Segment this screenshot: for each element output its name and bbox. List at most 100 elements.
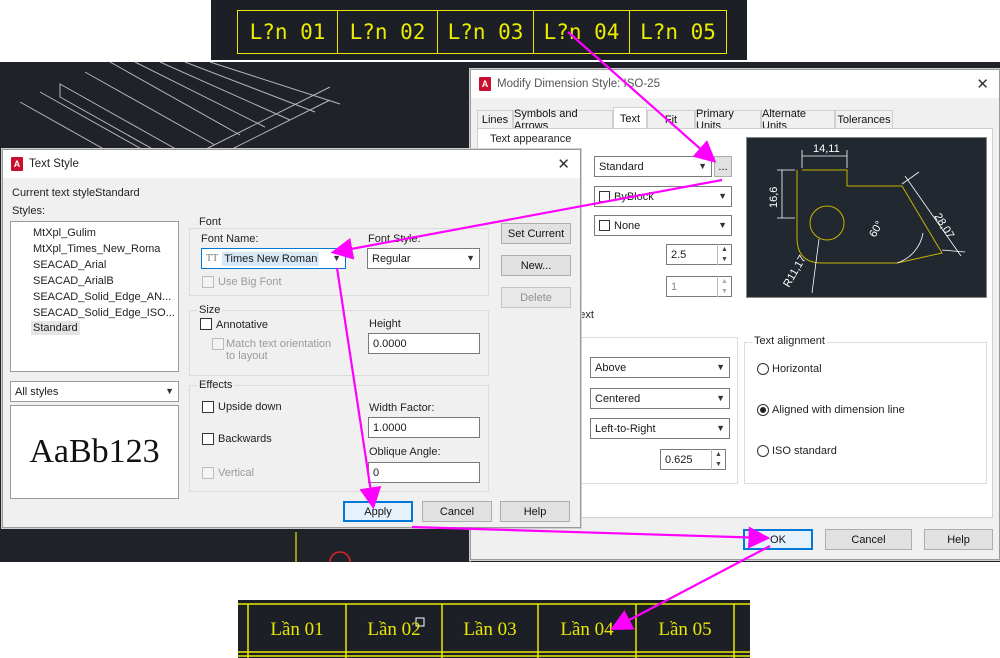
new-button[interactable]: New... — [501, 255, 571, 276]
use-big-font-label: Use Big Font — [218, 276, 282, 288]
text-style-value: Standard — [599, 160, 644, 173]
list-item-selected[interactable]: Standard — [31, 321, 80, 335]
font-style-label: Font Style: — [368, 233, 421, 245]
tab-primary-units[interactable]: Primary Units — [695, 108, 761, 132]
text-color-combo[interactable]: ByBlock ▼ — [594, 186, 732, 207]
font-name-combo[interactable]: TT Times New Roman ▼ — [201, 248, 346, 269]
text-height-value: 2.5 — [671, 248, 687, 261]
color-swatch-icon — [599, 191, 610, 202]
chevron-down-icon: ▼ — [165, 386, 174, 396]
list-item[interactable]: SEACAD_ArialB — [33, 275, 114, 287]
cad-cell: L?n 03 — [437, 10, 533, 54]
spinner-icon[interactable]: ▲ ▼ — [711, 449, 725, 470]
view-direction-combo[interactable]: Left-to-Right ▼ — [590, 418, 730, 439]
dimension-preview-drawing: 14,11 16,6 28,07 60° R11,17 — [768, 143, 966, 294]
horizontal-placement-combo[interactable]: Centered ▼ — [590, 388, 730, 409]
styles-filter-combo[interactable]: All styles ▼ — [10, 381, 179, 402]
match-orientation-label: Match text orientation to layout — [226, 338, 332, 362]
upside-down-checkbox[interactable] — [202, 401, 214, 413]
fraction-height-scale-input[interactable]: 1 ▲ ▼ — [666, 276, 732, 297]
annotative-checkbox[interactable] — [200, 318, 212, 330]
close-icon[interactable]: ✕ — [557, 155, 570, 173]
tab-lines[interactable]: Lines — [477, 110, 513, 128]
cad-cell: L?n 05 — [629, 10, 727, 54]
offset-value: 0.625 — [665, 453, 693, 466]
oblique-angle-input[interactable]: 0 — [368, 462, 480, 483]
current-style-value: Standard — [95, 187, 140, 199]
list-item[interactable]: MtXpl_Gulim — [33, 227, 96, 239]
tab-text[interactable]: Text — [613, 107, 647, 129]
list-item[interactable]: SEACAD_Solid_Edge_AN... — [33, 291, 171, 303]
current-style-label: Current text style: — [12, 187, 99, 199]
chevron-down-icon: ▼ — [716, 393, 725, 403]
vertical-checkbox[interactable] — [202, 467, 214, 479]
list-item[interactable]: SEACAD_Arial — [33, 259, 106, 271]
delete-button[interactable]: Delete — [501, 287, 571, 308]
text-appearance-label: Text appearance — [490, 133, 572, 145]
radio-aligned[interactable] — [757, 404, 769, 416]
use-big-font-checkbox[interactable] — [202, 276, 214, 288]
cad-cell: Lần 04 — [560, 619, 614, 640]
tab-fit[interactable]: Fit — [647, 110, 695, 128]
list-item[interactable]: MtXpl_Times_New_Roma — [33, 243, 160, 255]
text-height-input[interactable]: 2.5 ▲ ▼ — [666, 244, 732, 265]
cad-cell: Lần 03 — [463, 619, 517, 640]
font-style-combo[interactable]: Regular ▼ — [367, 248, 480, 269]
fraction-scale-value: 1 — [671, 280, 678, 293]
styles-list[interactable]: MtXpl_Gulim MtXpl_Times_New_Roma SEACAD_… — [10, 221, 179, 372]
cad-cell: Lần 05 — [658, 619, 712, 640]
fill-color-value: None — [614, 219, 641, 232]
radio-iso-label: ISO standard — [772, 445, 837, 457]
width-factor-label: Width Factor: — [369, 402, 435, 414]
chevron-down-icon: ▼ — [716, 423, 725, 433]
chevron-down-icon: ▼ — [332, 253, 341, 263]
list-item[interactable]: SEACAD_Solid_Edge_ISO... — [33, 307, 175, 319]
chevron-down-icon: ▼ — [466, 253, 475, 263]
ok-button[interactable]: OK — [743, 529, 813, 550]
radio-horizontal[interactable] — [757, 363, 769, 375]
close-icon[interactable]: ✕ — [976, 75, 989, 93]
styles-label: Styles: — [12, 205, 46, 217]
backwards-checkbox[interactable] — [202, 433, 214, 445]
tab-alternate-units[interactable]: Alternate Units — [761, 108, 835, 132]
width-factor-input[interactable]: 1.0000 — [368, 417, 480, 438]
cad-cell: Lần 01 — [270, 619, 324, 640]
text-style-titlebar: A Text Style ✕ — [3, 150, 580, 178]
match-orientation-checkbox[interactable] — [212, 338, 224, 350]
autocad-logo-icon: A — [11, 157, 23, 171]
tab-tolerances[interactable]: Tolerances — [835, 110, 893, 128]
text-style-ellipsis-button[interactable]: ... — [714, 156, 732, 177]
cad-cell: L?n 01 — [237, 10, 337, 54]
text-style-cancel-button[interactable]: Cancel — [422, 501, 492, 522]
set-current-button[interactable]: Set Current — [501, 223, 571, 244]
height-input[interactable]: 0.0000 — [368, 333, 480, 354]
vertical-placement-combo[interactable]: Above ▼ — [590, 357, 730, 378]
chevron-down-icon: ▼ — [698, 161, 707, 171]
oblique-angle-label: Oblique Angle: — [369, 446, 441, 458]
font-group-label: Font — [197, 216, 224, 228]
tab-symbols-arrows[interactable]: Symbols and Arrows — [513, 108, 613, 132]
annotative-label: Annotative — [216, 319, 268, 331]
offset-input[interactable]: 0.625 ▲ ▼ — [660, 449, 726, 470]
text-style-help-button[interactable]: Help — [500, 501, 570, 522]
cad-cell: Lần 02 — [367, 619, 421, 640]
text-color-value: ByBlock — [614, 190, 654, 203]
spinner-icon[interactable]: ▲ ▼ — [717, 244, 731, 265]
dim-dialog-title: Modify Dimension Style: ISO-25 — [497, 78, 660, 90]
effects-group-label: Effects — [197, 379, 235, 391]
cad-table-top: L?n 01 L?n 02 L?n 03 L?n 04 L?n 05 — [211, 0, 747, 60]
chevron-down-icon: ▼ — [716, 362, 725, 372]
font-style-value: Regular — [372, 252, 411, 265]
fill-color-combo[interactable]: None ▼ — [594, 215, 732, 236]
text-style-title: Text Style — [29, 158, 79, 170]
dim-cancel-button[interactable]: Cancel — [825, 529, 912, 550]
chevron-down-icon: ▼ — [718, 191, 727, 201]
radio-iso-standard[interactable] — [757, 445, 769, 457]
text-style-combo[interactable]: Standard ▼ — [594, 156, 712, 177]
apply-button[interactable]: Apply — [343, 501, 413, 522]
font-name-value: Times New Roman — [222, 251, 320, 266]
preview-height-dim: 16,6 — [768, 187, 780, 208]
cad-cell: L?n 02 — [337, 10, 437, 54]
dim-help-button[interactable]: Help — [924, 529, 993, 550]
spinner-icon[interactable]: ▲ ▼ — [717, 276, 731, 297]
